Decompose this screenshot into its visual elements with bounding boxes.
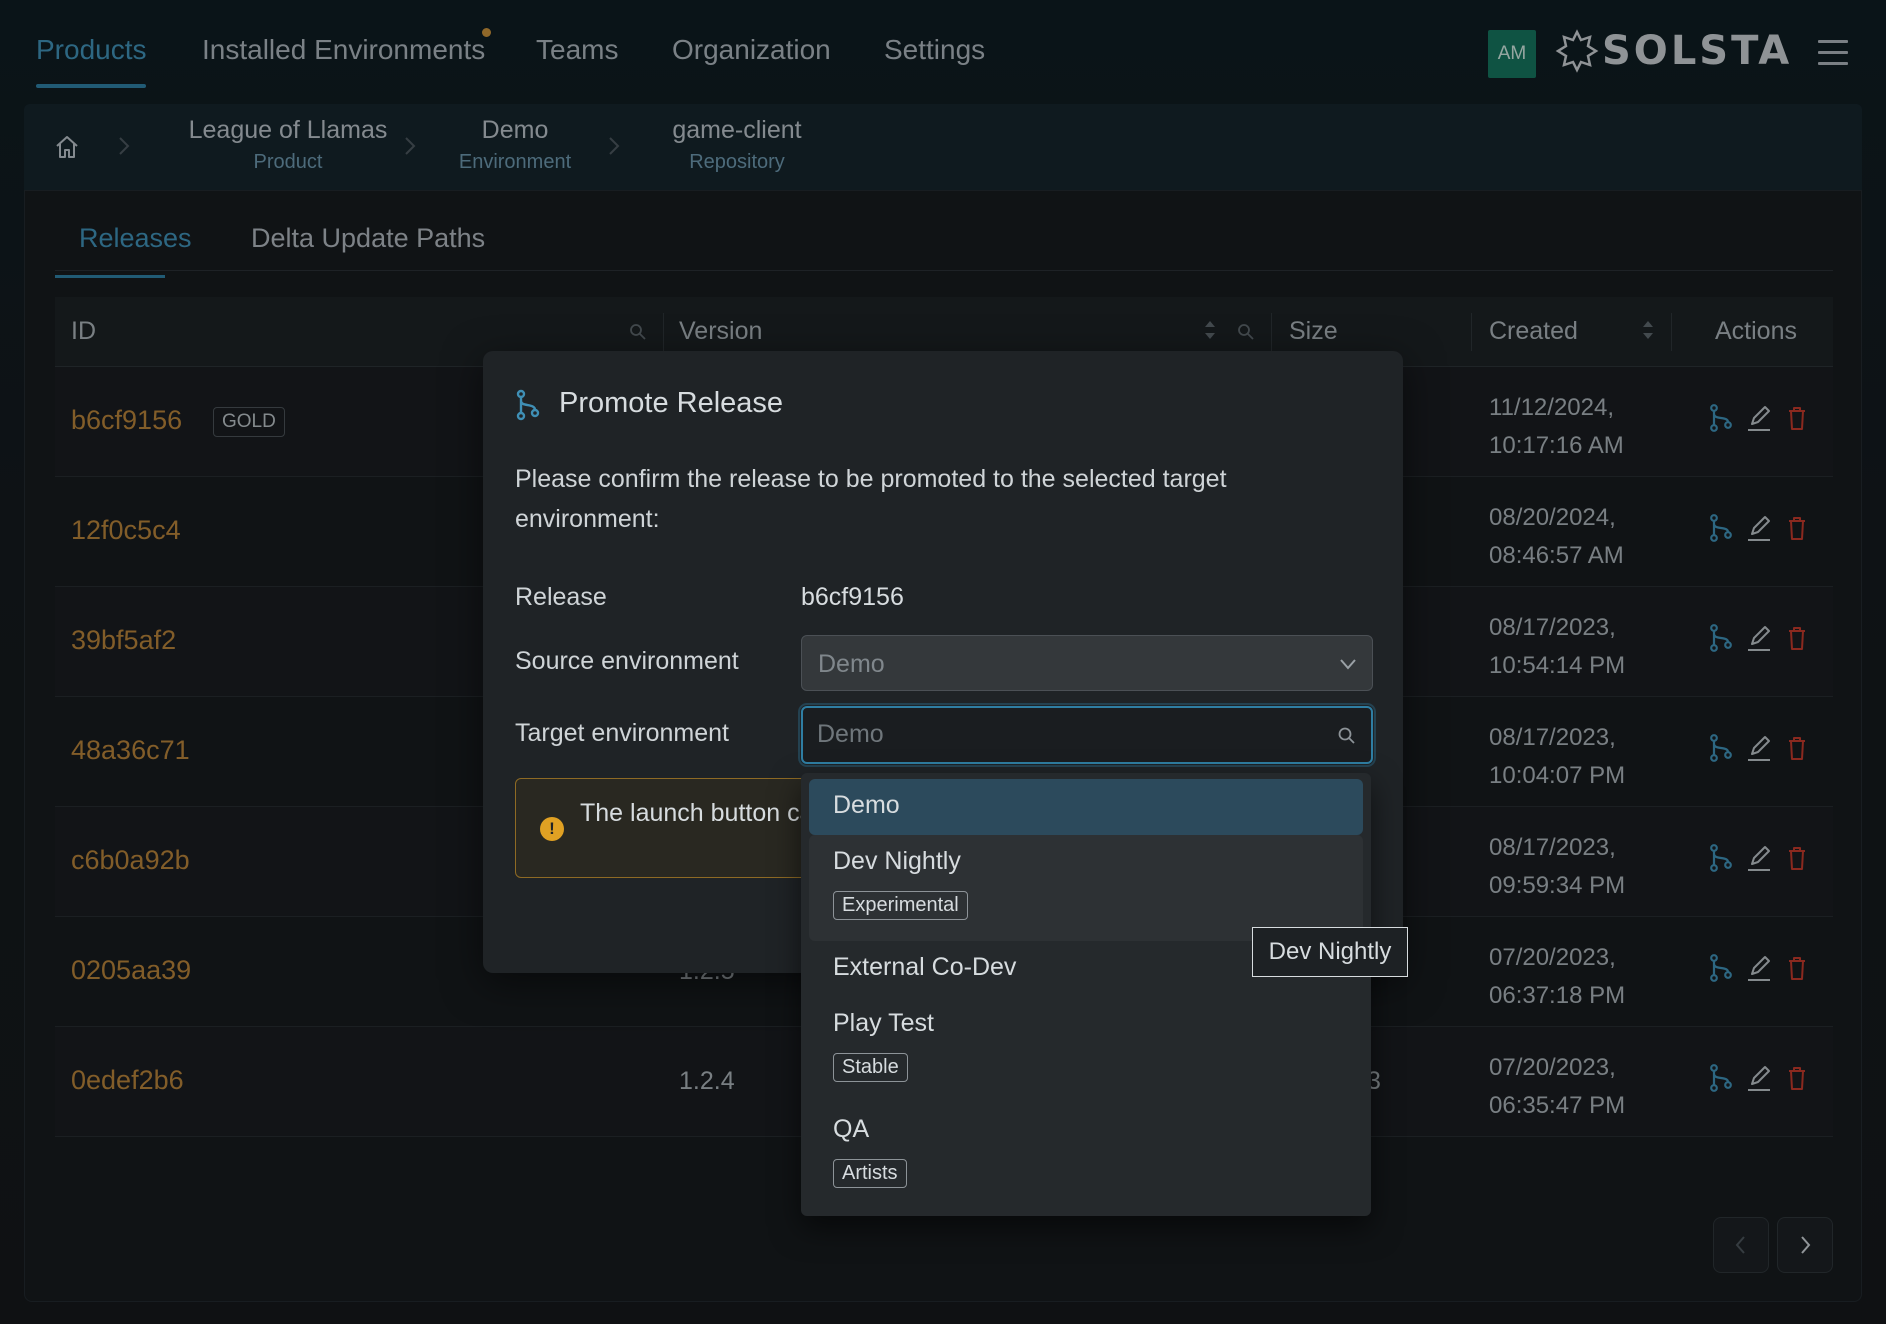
option-label: QA xyxy=(833,1115,870,1143)
source-environment-label: Source environment xyxy=(515,647,739,675)
promote-branch-icon xyxy=(516,389,540,421)
warning-icon: ! xyxy=(540,817,564,841)
option-label: Demo xyxy=(833,791,900,819)
source-environment-select[interactable]: Demo xyxy=(801,635,1373,691)
target-environment-input[interactable] xyxy=(817,720,1317,749)
dialog-title: Promote Release xyxy=(559,387,784,419)
option-play-test[interactable]: Play Test Stable xyxy=(809,997,1363,1103)
chevron-down-icon xyxy=(1340,659,1356,670)
warning-alert: ! The launch button can not be modified. xyxy=(515,778,815,878)
option-label: External Co-Dev xyxy=(833,953,1017,981)
dialog-description: Please confirm the release to be promote… xyxy=(515,465,1227,533)
option-qa[interactable]: QA Artists xyxy=(809,1103,1363,1209)
source-environment-value: Demo xyxy=(818,650,885,678)
release-value: b6cf9156 xyxy=(801,583,904,611)
option-badge: Stable xyxy=(833,1053,908,1082)
release-label: Release xyxy=(515,583,607,611)
target-environment-dropdown: Demo Dev Nightly Experimental External C… xyxy=(801,773,1371,1216)
option-badge: Artists xyxy=(833,1159,907,1188)
option-label: Play Test xyxy=(833,1009,934,1037)
option-badge: Experimental xyxy=(833,891,968,920)
target-environment-select[interactable] xyxy=(798,703,1376,767)
tooltip: Dev Nightly xyxy=(1252,927,1408,977)
option-demo[interactable]: Demo xyxy=(809,779,1363,835)
warning-text: The launch button can not be modified. xyxy=(580,799,814,827)
search-icon xyxy=(1338,727,1355,744)
option-dev-nightly[interactable]: Dev Nightly Experimental xyxy=(809,835,1363,941)
option-label: Dev Nightly xyxy=(833,847,961,875)
target-environment-label: Target environment xyxy=(515,719,730,747)
